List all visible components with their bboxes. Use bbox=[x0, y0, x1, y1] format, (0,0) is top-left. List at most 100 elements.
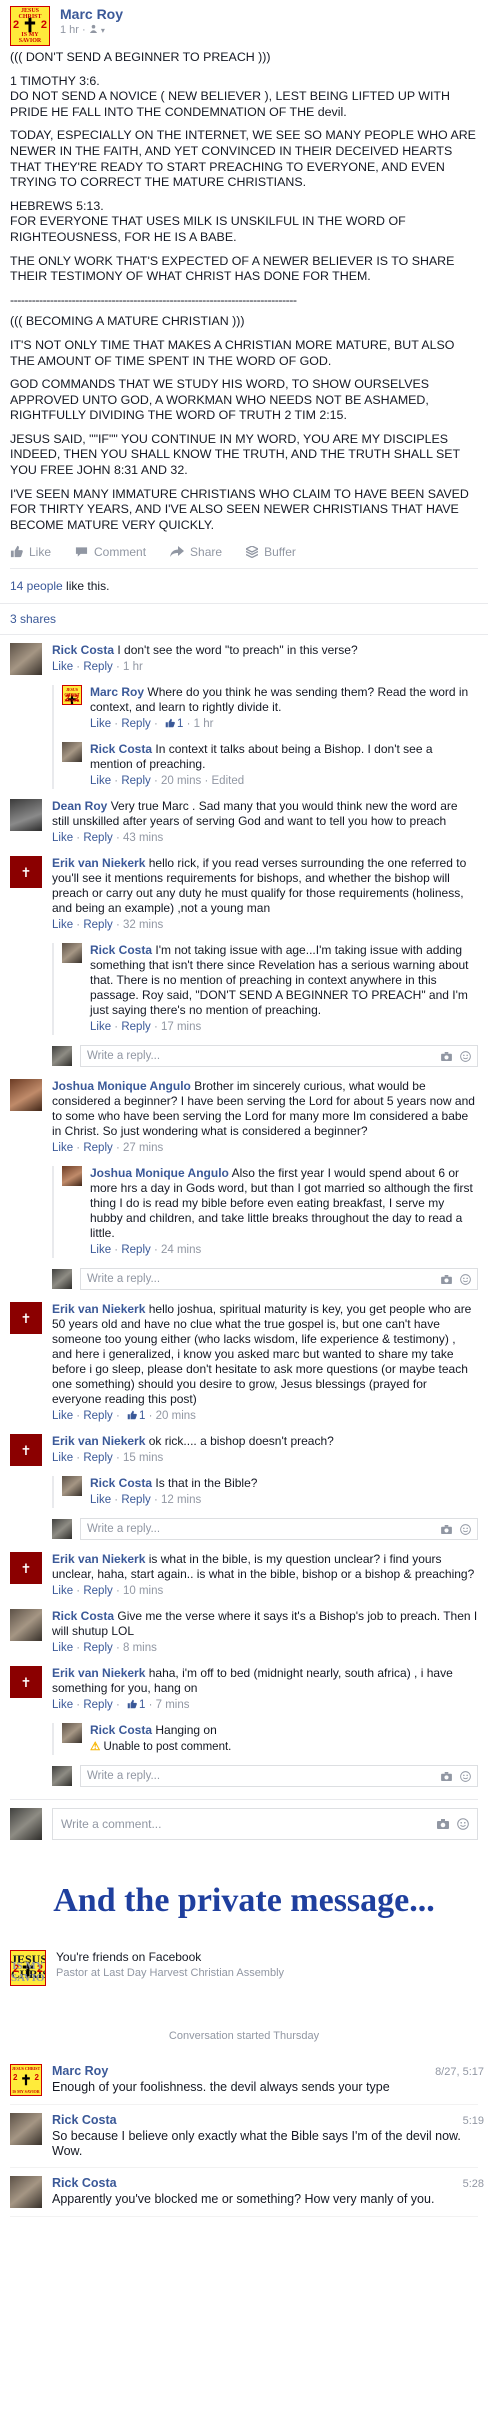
camera-icon[interactable] bbox=[441, 1274, 452, 1284]
avatar[interactable] bbox=[10, 799, 42, 832]
avatar[interactable]: JESUS CHRIST 2 ✝ 2 IS MY SAVIOR bbox=[62, 685, 82, 706]
reply-input[interactable]: Write a reply... bbox=[80, 1045, 478, 1068]
comment-author[interactable]: Joshua Monique Angulo bbox=[52, 1079, 191, 1093]
avatar[interactable] bbox=[10, 1609, 42, 1642]
chevron-down-icon[interactable]: ▾ bbox=[101, 26, 105, 35]
avatar[interactable]: ✝ bbox=[10, 1552, 42, 1585]
avatar[interactable]: ✝ bbox=[10, 856, 42, 889]
edited-label[interactable]: Edited bbox=[212, 775, 245, 787]
likes-count-link[interactable]: 14 people bbox=[10, 579, 63, 593]
comment-author[interactable]: Erik van Niekerk bbox=[52, 1552, 145, 1566]
comment-like-count[interactable]: 1 bbox=[123, 1699, 145, 1711]
emoji-icon[interactable] bbox=[460, 1274, 471, 1285]
comment-time[interactable]: 20 mins bbox=[161, 775, 201, 787]
avatar[interactable]: ✝ bbox=[10, 1434, 42, 1467]
comment-like-link[interactable]: Like bbox=[90, 1021, 111, 1033]
avatar[interactable]: JESUS CHRIST 2 ✝ 2 IS MY SAVIOR bbox=[10, 2064, 42, 2097]
comment-like-count[interactable]: 1 bbox=[123, 1410, 145, 1422]
comment-like-count[interactable]: 1 bbox=[161, 718, 183, 730]
comment-reply-link[interactable]: Reply bbox=[83, 1452, 112, 1464]
reply-author[interactable]: Rick Costa bbox=[90, 1723, 152, 1737]
avatar[interactable] bbox=[10, 2113, 42, 2146]
like-button[interactable]: Like bbox=[10, 545, 51, 559]
avatar[interactable] bbox=[62, 1476, 82, 1497]
reply-author[interactable]: Joshua Monique Angulo bbox=[90, 1166, 229, 1180]
comment-time[interactable]: 20 mins bbox=[156, 1410, 196, 1422]
avatar[interactable] bbox=[10, 1079, 42, 1112]
comment-like-link[interactable]: Like bbox=[52, 1410, 73, 1422]
camera-icon[interactable] bbox=[437, 1819, 449, 1830]
comment-reply-link[interactable]: Reply bbox=[121, 718, 150, 730]
comment-reply-link[interactable]: Reply bbox=[121, 1021, 150, 1033]
comment-time[interactable]: 8 mins bbox=[123, 1642, 157, 1654]
avatar[interactable]: ✝ bbox=[10, 1666, 42, 1699]
comment-time[interactable]: 1 hr bbox=[194, 718, 214, 730]
privacy-icon[interactable] bbox=[89, 24, 101, 36]
camera-icon[interactable] bbox=[441, 1051, 452, 1061]
reply-input[interactable]: Write a reply... bbox=[80, 1518, 478, 1541]
comment-time[interactable]: 1 hr bbox=[123, 661, 143, 673]
avatar[interactable] bbox=[10, 643, 42, 676]
comment-like-link[interactable]: Like bbox=[52, 1142, 73, 1154]
avatar[interactable] bbox=[62, 1723, 82, 1744]
reply-author[interactable]: Marc Roy bbox=[90, 685, 144, 699]
post-author[interactable]: Marc Roy bbox=[60, 6, 123, 22]
comment-author[interactable]: Dean Roy bbox=[52, 799, 107, 813]
comment-time[interactable]: 10 mins bbox=[123, 1585, 163, 1597]
reply-author[interactable]: Rick Costa bbox=[90, 742, 152, 756]
comment-reply-link[interactable]: Reply bbox=[83, 832, 112, 844]
emoji-icon[interactable] bbox=[460, 1051, 471, 1062]
comment-reply-link[interactable]: Reply bbox=[83, 1410, 112, 1422]
comment-time[interactable]: 17 mins bbox=[161, 1021, 201, 1033]
comment-reply-link[interactable]: Reply bbox=[83, 1642, 112, 1654]
comment-like-link[interactable]: Like bbox=[90, 718, 111, 730]
comment-like-link[interactable]: Like bbox=[52, 1452, 73, 1464]
comment-time[interactable]: 24 mins bbox=[161, 1244, 201, 1256]
avatar[interactable] bbox=[62, 742, 82, 763]
comment-like-link[interactable]: Like bbox=[90, 775, 111, 787]
comment-like-link[interactable]: Like bbox=[90, 1494, 111, 1506]
comment-reply-link[interactable]: Reply bbox=[83, 919, 112, 931]
camera-icon[interactable] bbox=[441, 1771, 452, 1781]
comment-reply-link[interactable]: Reply bbox=[83, 1142, 112, 1154]
comment-like-link[interactable]: Like bbox=[52, 919, 73, 931]
comment-reply-link[interactable]: Reply bbox=[121, 1494, 150, 1506]
avatar[interactable] bbox=[62, 1166, 82, 1187]
post-time[interactable]: 1 hr bbox=[60, 24, 79, 36]
reply-input[interactable]: Write a reply... bbox=[80, 1765, 478, 1788]
comment-author[interactable]: Erik van Niekerk bbox=[52, 1666, 145, 1680]
comment-time[interactable]: 43 mins bbox=[123, 832, 163, 844]
avatar[interactable] bbox=[10, 2176, 42, 2209]
message-author[interactable]: Rick Costa bbox=[52, 2113, 478, 2127]
reply-input[interactable]: Write a reply... bbox=[80, 1268, 478, 1291]
camera-icon[interactable] bbox=[441, 1524, 452, 1534]
reply-author[interactable]: Rick Costa bbox=[90, 1476, 152, 1490]
author-avatar[interactable]: JESUS CHRIST 2 ✝ 2 IS MY SAVIOR bbox=[10, 6, 50, 46]
comment-author[interactable]: Rick Costa bbox=[52, 1609, 114, 1623]
comment-time[interactable]: 15 mins bbox=[123, 1452, 163, 1464]
comment-reply-link[interactable]: Reply bbox=[83, 661, 112, 673]
emoji-icon[interactable] bbox=[460, 1524, 471, 1535]
comment-like-link[interactable]: Like bbox=[52, 1642, 73, 1654]
comment-input[interactable]: Write a comment... bbox=[52, 1808, 478, 1841]
buffer-button[interactable]: Buffer bbox=[246, 545, 296, 559]
message-author[interactable]: Marc Roy bbox=[52, 2064, 390, 2078]
avatar[interactable] bbox=[62, 943, 82, 964]
comment-author[interactable]: Erik van Niekerk bbox=[52, 1434, 145, 1448]
emoji-icon[interactable] bbox=[460, 1771, 471, 1782]
avatar[interactable]: ✝ bbox=[10, 1302, 42, 1335]
comment-author[interactable]: Erik van Niekerk bbox=[52, 1302, 145, 1316]
emoji-icon[interactable] bbox=[457, 1818, 469, 1831]
comment-like-link[interactable]: Like bbox=[90, 1244, 111, 1256]
comment-time[interactable]: 32 mins bbox=[123, 919, 163, 931]
comment-reply-link[interactable]: Reply bbox=[83, 1699, 112, 1711]
comment-reply-link[interactable]: Reply bbox=[121, 1244, 150, 1256]
message-author[interactable]: Rick Costa bbox=[52, 2176, 434, 2190]
reply-author[interactable]: Rick Costa bbox=[90, 943, 152, 957]
comment-reply-link[interactable]: Reply bbox=[121, 775, 150, 787]
comment-time[interactable]: 12 mins bbox=[161, 1494, 201, 1506]
comment-like-link[interactable]: Like bbox=[52, 1585, 73, 1597]
comment-like-link[interactable]: Like bbox=[52, 1699, 73, 1711]
comment-time[interactable]: 7 mins bbox=[156, 1699, 190, 1711]
comment-button[interactable]: Comment bbox=[75, 545, 146, 559]
